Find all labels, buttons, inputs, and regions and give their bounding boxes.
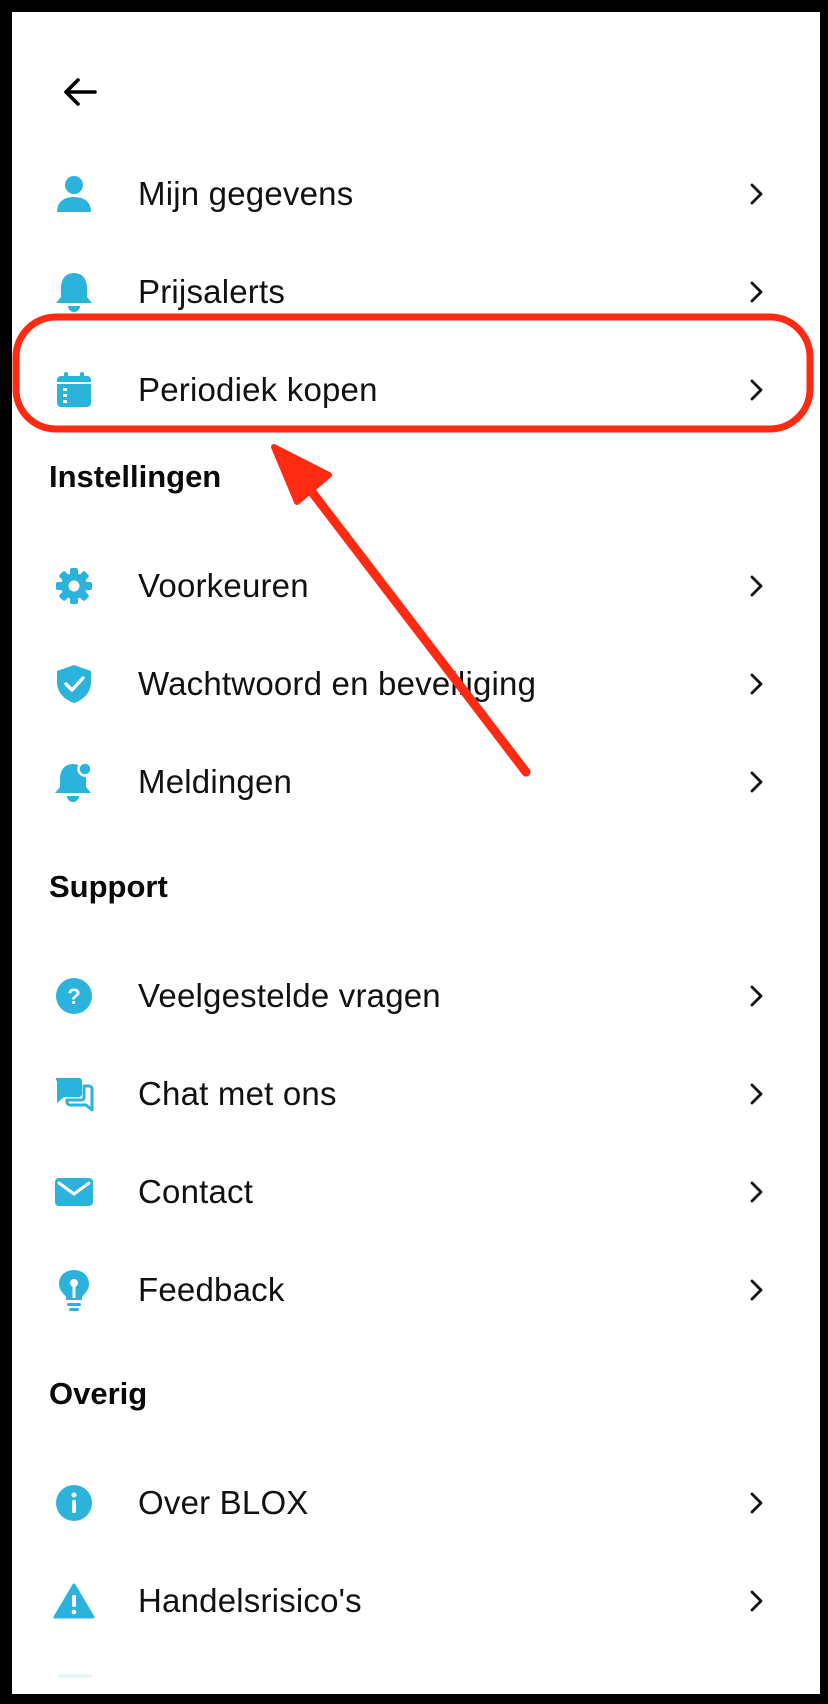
menu-item-handelsrisicos[interactable]: Handelsrisico's — [12, 1552, 820, 1650]
shield-check-icon — [52, 662, 96, 706]
menu-item-label: Periodiek kopen — [138, 371, 378, 408]
menu-item-label: Mijn gegevens — [138, 175, 354, 212]
menu-item-label: Wachtwoord en beveiliging — [138, 665, 537, 702]
question-icon: ? — [52, 974, 96, 1018]
chevron-right-icon — [744, 1587, 768, 1615]
menu-item-mijn-gegevens[interactable]: Mijn gegevens — [12, 145, 820, 243]
menu-item-label: Meldingen — [138, 763, 293, 800]
chevron-right-icon — [744, 180, 768, 208]
section-title-overig: Overig — [49, 1376, 148, 1411]
bell-icon — [52, 270, 96, 314]
chevron-right-icon — [744, 1276, 768, 1304]
chevron-right-icon — [744, 376, 768, 404]
back-button[interactable] — [52, 64, 108, 120]
chevron-right-icon — [744, 1080, 768, 1108]
arrow-left-icon — [64, 78, 97, 106]
calendar-icon — [52, 368, 96, 412]
svg-text:?: ? — [67, 984, 80, 1009]
chevron-right-icon — [744, 572, 768, 600]
menu-item-label: Voorkeuren — [138, 567, 309, 604]
chevron-right-icon — [744, 1178, 768, 1206]
section-title-instellingen: Instellingen — [49, 459, 222, 494]
menu-item-voorkeuren[interactable]: Voorkeuren — [12, 537, 820, 635]
menu-item-label: Over BLOX — [138, 1484, 309, 1521]
section-title-support: Support — [49, 869, 168, 904]
annotation-arrow-head — [271, 444, 332, 505]
menu-item-feedback[interactable]: Feedback — [12, 1241, 820, 1339]
menu-item-label: Handelsrisico's — [138, 1582, 362, 1619]
gear-icon — [52, 564, 96, 608]
menu-item-label: Veelgestelde vragen — [138, 977, 441, 1014]
menu-item-periodiek-kopen[interactable]: Periodiek kopen — [12, 341, 820, 439]
menu-item-contact[interactable]: Contact — [12, 1143, 820, 1241]
menu-item-prijsalerts[interactable]: Prijsalerts — [12, 243, 820, 341]
menu-item-wachtwoord-en-beveiliging[interactable]: Wachtwoord en beveiliging — [12, 635, 820, 733]
menu-item-label: Chat met ons — [138, 1075, 337, 1112]
chevron-right-icon — [744, 768, 768, 796]
info-icon — [52, 1481, 96, 1525]
notification-bell-icon — [52, 760, 96, 804]
menu-item-over-blox[interactable]: Over BLOX — [12, 1454, 820, 1552]
chevron-right-icon — [744, 1489, 768, 1517]
chevron-right-icon — [744, 670, 768, 698]
menu-item-label: Prijsalerts — [138, 273, 286, 310]
lightbulb-icon — [52, 1268, 96, 1312]
menu-item-label: Contact — [138, 1173, 254, 1210]
user-icon — [52, 172, 96, 216]
settings-screen: Mijn gegevens Prijsalerts Periodiek kope… — [12, 12, 820, 1694]
menu-item-label: Feedback — [138, 1271, 285, 1308]
menu-item-chat-met-ons[interactable]: Chat met ons — [12, 1045, 820, 1143]
chevron-right-icon — [744, 982, 768, 1010]
warning-icon — [52, 1579, 96, 1623]
chevron-right-icon — [744, 278, 768, 306]
next-item-peek — [58, 1674, 92, 1678]
chat-icon — [52, 1072, 96, 1116]
menu-item-meldingen[interactable]: Meldingen — [12, 733, 820, 831]
mail-icon — [52, 1170, 96, 1214]
menu-item-veelgestelde-vragen[interactable]: ? Veelgestelde vragen — [12, 947, 820, 1045]
